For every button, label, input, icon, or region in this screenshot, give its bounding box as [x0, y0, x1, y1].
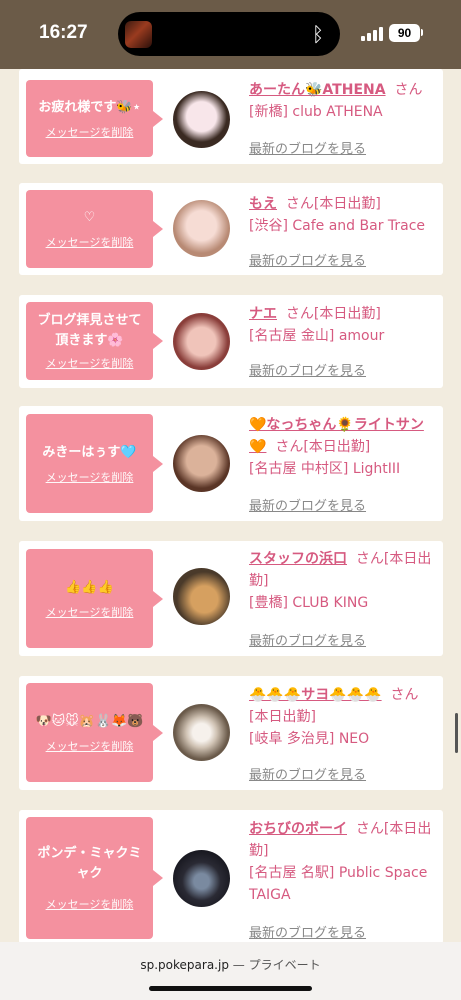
shop-name: [豊橋] CLUB KING [249, 595, 369, 611]
latest-blog-link[interactable]: 最新のブログを見る [249, 250, 366, 269]
shop-name: [名古屋 名駅] Public Space TAIGA [249, 865, 428, 903]
message-text: ポンデ・ミャクミャク [37, 846, 142, 881]
signal-icon [361, 26, 384, 41]
cast-info: おちびのボーイ さん[本日出勤] [名古屋 名駅] Public Space T… [249, 818, 437, 906]
cast-name-link[interactable]: あーたん🐝ATHENA [249, 82, 386, 98]
honorific: さん [394, 82, 423, 98]
cast-info: あーたん🐝ATHENA さん [新橋] club ATHENA [249, 79, 437, 123]
latest-blog-link[interactable]: 最新のブログを見る [249, 764, 366, 783]
private-mode-label: プライベート [248, 958, 321, 972]
battery-tip [421, 29, 423, 36]
battery-icon: 90 [389, 24, 420, 42]
honorific: さん[本日出勤] [285, 306, 381, 322]
shop-name: [名古屋 金山] amour [249, 328, 385, 344]
latest-blog-link[interactable]: 最新のブログを見る [249, 922, 366, 941]
avatar[interactable] [173, 850, 230, 907]
message-bubble: 👍👍👍 メッセージを削除 [26, 549, 163, 648]
cast-info: 🐣🐣🐣サヨ🐣🐣🐣 さん[本日出勤] [岐阜 多治見] NEO [249, 684, 437, 750]
delete-message-link[interactable]: メッセージを削除 [46, 234, 134, 250]
scroll-indicator[interactable] [455, 713, 458, 753]
delete-message-link[interactable]: メッセージを削除 [46, 738, 134, 754]
message-bubble: みきーはぅす🩵 メッセージを削除 [26, 414, 163, 513]
domain-text: sp.pokepara.jp [140, 958, 229, 972]
favorite-card: 👍👍👍 メッセージを削除 スタッフの浜口 さん[本日出勤] [豊橋] CLUB … [19, 541, 443, 656]
honorific: さん[本日出勤] [285, 196, 381, 212]
delete-message-link[interactable]: メッセージを削除 [46, 896, 134, 912]
avatar[interactable] [173, 435, 230, 492]
bluetooth-icon: ᛒ [312, 22, 324, 46]
avatar[interactable] [173, 704, 230, 761]
cast-info: ナエ さん[本日出勤] [名古屋 金山] amour [249, 303, 437, 347]
favorite-card: ポンデ・ミャクミャク メッセージを削除 おちびのボーイ さん[本日出勤] [名古… [19, 810, 443, 944]
separator: — [232, 958, 245, 972]
message-text: 👍👍👍 [65, 579, 114, 595]
latest-blog-link[interactable]: 最新のブログを見る [249, 630, 366, 649]
dynamic-island[interactable]: ᛒ [118, 12, 340, 56]
cast-info: もえ さん[本日出勤] [渋谷] Cafe and Bar Trace [249, 193, 437, 237]
favorite-card: お疲れ様です🐝⋆ メッセージを削除 あーたん🐝ATHENA さん [新橋] cl… [19, 69, 443, 164]
honorific: さん[本日出勤] [275, 439, 371, 455]
cast-name-link[interactable]: もえ [249, 196, 277, 212]
avatar[interactable] [173, 91, 230, 148]
message-text: 🐶🐱🐭🐹🐰🦊🐻 [35, 713, 144, 729]
message-bubble: ポンデ・ミャクミャク メッセージを削除 [26, 817, 163, 939]
favorite-card: 🐶🐱🐭🐹🐰🦊🐻 メッセージを削除 🐣🐣🐣サヨ🐣🐣🐣 さん[本日出勤] [岐阜 多… [19, 676, 443, 790]
message-text: ブログ拝見させて頂きます🌸 [37, 313, 142, 348]
cast-info: 🧡なっちゃん🌻ライトサン🧡 さん[本日出勤] [名古屋 中村区] LightII… [249, 414, 437, 480]
cast-name-link[interactable]: ナエ [249, 306, 277, 322]
shop-name: [新橋] club ATHENA [249, 104, 383, 120]
latest-blog-link[interactable]: 最新のブログを見る [249, 495, 366, 514]
favorite-card: みきーはぅす🩵 メッセージを削除 🧡なっちゃん🌻ライトサン🧡 さん[本日出勤] … [19, 406, 443, 521]
now-playing-thumbnail [125, 21, 152, 48]
clock: 16:27 [39, 22, 88, 43]
message-text: ♡ [83, 210, 96, 225]
favorite-card: ブログ拝見させて頂きます🌸 メッセージを削除 ナエ さん[本日出勤] [名古屋 … [19, 295, 443, 388]
shop-name: [名古屋 中村区] LightIII [249, 461, 401, 477]
browser-address-bar[interactable]: sp.pokepara.jp — プライベート [0, 942, 461, 1000]
message-bubble: ♡ メッセージを削除 [26, 190, 163, 268]
favorite-card: ♡ メッセージを削除 もえ さん[本日出勤] [渋谷] Cafe and Bar… [19, 183, 443, 275]
cast-name-link[interactable]: おちびのボーイ [249, 821, 347, 837]
avatar[interactable] [173, 313, 230, 370]
latest-blog-link[interactable]: 最新のブログを見る [249, 138, 366, 157]
avatar[interactable] [173, 200, 230, 257]
shop-name: [岐阜 多治見] NEO [249, 731, 370, 747]
delete-message-link[interactable]: メッセージを削除 [46, 604, 134, 620]
cast-name-link[interactable]: スタッフの浜口 [249, 551, 347, 567]
address-text[interactable]: sp.pokepara.jp — プライベート [0, 956, 461, 973]
home-indicator[interactable] [149, 986, 312, 991]
delete-message-link[interactable]: メッセージを削除 [46, 355, 134, 371]
shop-name: [渋谷] Cafe and Bar Trace [249, 218, 426, 234]
message-text: お疲れ様です🐝⋆ [38, 99, 141, 115]
delete-message-link[interactable]: メッセージを削除 [46, 124, 134, 140]
cast-name-link[interactable]: 🐣🐣🐣サヨ🐣🐣🐣 [249, 687, 382, 703]
message-bubble: 🐶🐱🐭🐹🐰🦊🐻 メッセージを削除 [26, 683, 163, 782]
message-bubble: お疲れ様です🐝⋆ メッセージを削除 [26, 80, 163, 157]
avatar[interactable] [173, 568, 230, 625]
delete-message-link[interactable]: メッセージを削除 [46, 469, 134, 485]
latest-blog-link[interactable]: 最新のブログを見る [249, 360, 366, 379]
message-text: みきーはぅす🩵 [42, 444, 137, 460]
status-bar: 16:27 ᛒ 90 [0, 0, 461, 69]
cast-info: スタッフの浜口 さん[本日出勤] [豊橋] CLUB KING [249, 548, 437, 614]
message-bubble: ブログ拝見させて頂きます🌸 メッセージを削除 [26, 302, 163, 380]
